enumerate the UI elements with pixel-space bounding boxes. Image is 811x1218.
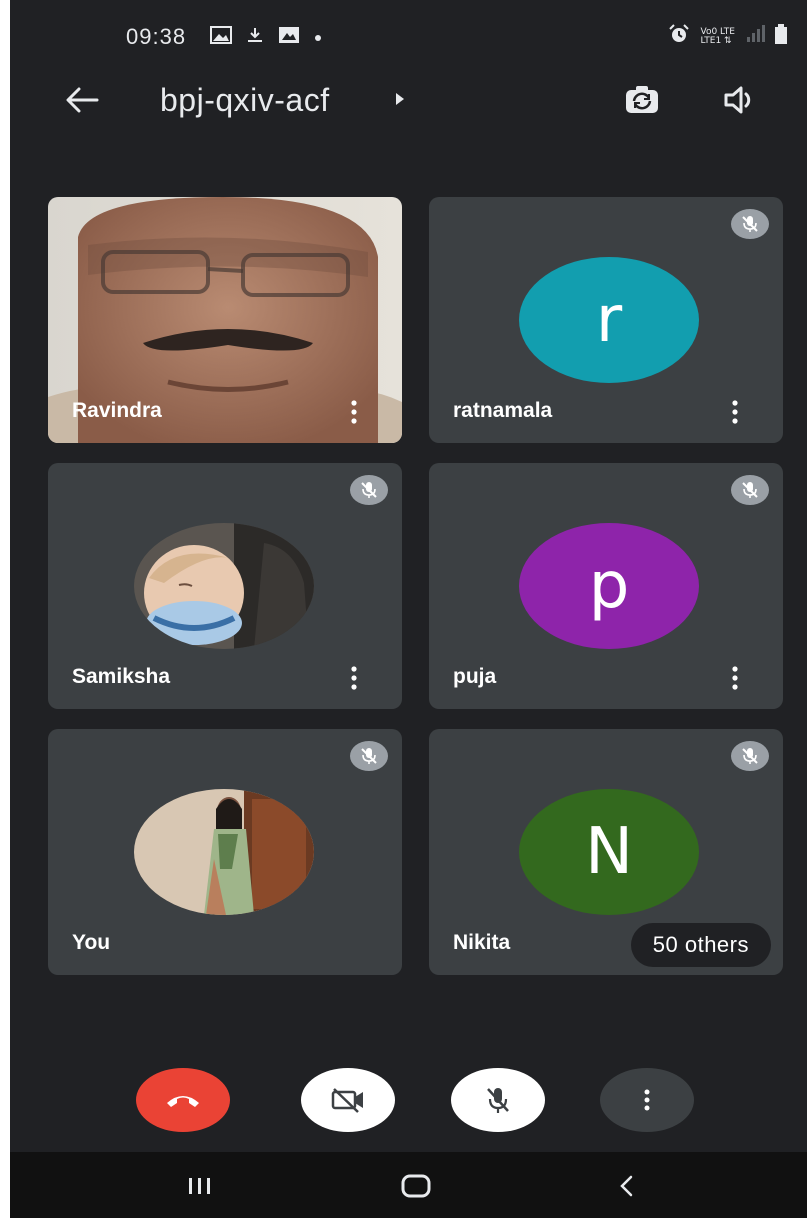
home-icon <box>401 1174 431 1198</box>
participant-photo <box>134 789 314 915</box>
network-label-bottom: LTE1 ⇅ <box>700 35 732 46</box>
participant-tile-samiksha[interactable]: Samiksha <box>48 463 402 709</box>
participant-tile-puja[interactable]: p puja <box>429 463 783 709</box>
more-vert-icon <box>351 666 357 690</box>
more-vert-icon <box>644 1089 650 1111</box>
meet-call-screen: 09:38 Vo0 LTE LTE1 ⇅ bpj-qxiv-acf Ravind… <box>10 0 807 1218</box>
participant-menu-button[interactable] <box>344 663 364 693</box>
participant-name: Samiksha <box>72 665 171 688</box>
download-icon <box>246 26 264 49</box>
switch-camera-icon <box>626 86 658 113</box>
more-options-button[interactable] <box>600 1068 694 1132</box>
camera-off-icon <box>331 1088 363 1113</box>
participant-tile-nikita[interactable]: N Nikita 50 others <box>429 729 783 975</box>
call-header: bpj-qxiv-acf <box>10 70 807 130</box>
mic-off-icon <box>350 475 388 505</box>
microphone-toggle-button[interactable] <box>451 1068 545 1132</box>
system-icons: Vo0 LTE LTE1 ⇅ <box>668 24 787 49</box>
speaker-button[interactable] <box>718 78 762 122</box>
chevron-left-icon <box>620 1175 633 1197</box>
gallery-icon <box>210 26 232 49</box>
end-call-button[interactable] <box>136 1068 230 1132</box>
mic-off-icon <box>487 1088 509 1113</box>
participant-menu-button[interactable] <box>725 397 745 427</box>
meeting-code[interactable]: bpj-qxiv-acf <box>160 82 330 119</box>
participant-name: You <box>72 931 111 954</box>
back-button[interactable] <box>62 80 102 120</box>
alarm-icon <box>668 24 690 49</box>
switch-camera-button[interactable] <box>620 78 664 122</box>
status-bar: 09:38 Vo0 LTE LTE1 ⇅ <box>10 0 807 70</box>
recents-icon <box>189 1178 210 1194</box>
participant-tile-ratnamala[interactable]: r ratnamala <box>429 197 783 443</box>
hang-up-icon <box>167 1096 199 1107</box>
signal-icon <box>745 25 765 48</box>
status-time: 09:38 <box>126 24 187 49</box>
camera-toggle-button[interactable] <box>301 1068 395 1132</box>
avatar-initial: p <box>588 549 630 623</box>
notification-icons <box>210 26 322 49</box>
participant-tile-you[interactable]: You <box>48 729 402 975</box>
participant-name: ratnamala <box>453 399 553 422</box>
mic-off-icon <box>350 741 388 771</box>
participant-name: Nikita <box>453 931 511 954</box>
participant-avatar: N <box>519 789 699 915</box>
more-vert-icon <box>732 666 738 690</box>
photo-app-icon <box>278 26 300 49</box>
battery-icon <box>775 24 787 49</box>
mic-off-icon <box>731 209 769 239</box>
nav-back-button[interactable] <box>604 1166 648 1206</box>
others-count-chip[interactable]: 50 others <box>630 923 771 967</box>
mic-off-icon <box>731 741 769 771</box>
more-vert-icon <box>351 400 357 424</box>
participant-name: Ravindra <box>72 399 162 422</box>
participant-avatar: r <box>519 257 699 383</box>
participant-menu-button[interactable] <box>344 397 364 427</box>
call-controls <box>10 1060 807 1160</box>
system-navigation-bar <box>10 1152 807 1218</box>
speaker-icon <box>724 86 751 114</box>
volte-icon: Vo0 LTE LTE1 ⇅ <box>700 27 735 46</box>
participant-photo <box>134 523 314 649</box>
mic-off-icon <box>731 475 769 505</box>
participant-avatar: p <box>519 523 699 649</box>
more-vert-icon <box>732 400 738 424</box>
participant-menu-button[interactable] <box>725 663 745 693</box>
avatar-initial: r <box>595 283 623 357</box>
dot-icon <box>314 29 322 47</box>
home-button[interactable] <box>394 1166 438 1206</box>
back-arrow-icon <box>66 87 99 113</box>
recent-apps-button[interactable] <box>178 1166 222 1206</box>
avatar-initial: N <box>585 815 633 889</box>
participant-name: puja <box>453 665 497 688</box>
meeting-details-arrow-icon[interactable] <box>394 92 406 111</box>
participant-tile-ravindra[interactable]: Ravindra <box>48 197 402 443</box>
